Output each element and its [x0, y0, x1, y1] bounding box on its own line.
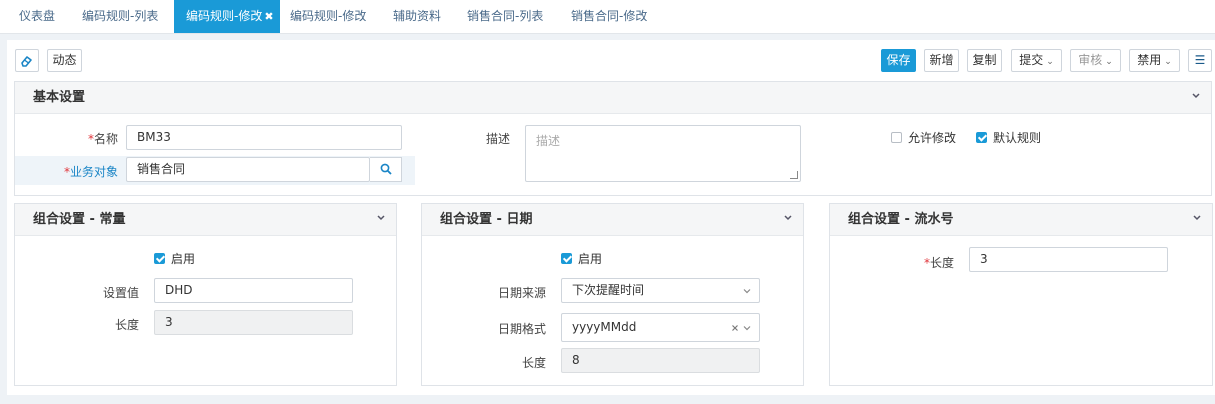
section-title: 组合设置 - 常量 [33, 212, 126, 227]
basic-settings-section: 基本设置 *名称 BM33 *业务对象 销售合同 描述 描述 允许修改 默认规则 [14, 81, 1212, 196]
chevron-down-icon [743, 279, 751, 305]
dynamic-button[interactable]: 动态 [47, 49, 82, 72]
serial-settings-section: 组合设置 - 流水号 *长度 3 [829, 203, 1213, 386]
resize-handle[interactable] [790, 171, 798, 179]
chevron-down-icon[interactable] [376, 204, 386, 236]
search-button[interactable] [370, 157, 402, 182]
default-rule-checkbox[interactable] [976, 132, 987, 143]
tab-code-rule-edit-active[interactable]: 编码规则-修改 ✖ [174, 0, 280, 33]
description-label: 描述 [485, 132, 510, 146]
section-title: 基本设置 [33, 90, 86, 105]
disable-label: 禁用 [1137, 53, 1162, 67]
date-format-value: yyyyMMdd [572, 320, 637, 334]
chevron-down-icon: ⌄ [1046, 57, 1054, 67]
constant-length-label: 长度 [114, 318, 139, 332]
tab-sales-contract-edit[interactable]: 销售合同-修改 [571, 0, 647, 33]
chevron-down-icon[interactable] [783, 204, 793, 236]
date-source-select[interactable]: 下次提醒时间 [561, 278, 760, 303]
tab-code-rule-edit[interactable]: 编码规则-修改 [290, 0, 366, 33]
date-format-select[interactable]: yyyyMMdd [561, 313, 760, 342]
constant-settings-section: 组合设置 - 常量 启用 设置值 DHD 长度 3 [14, 203, 397, 386]
tab-sales-contract-list[interactable]: 销售合同-列表 [467, 0, 543, 33]
main-panel: 动态 保存 新增 复制 提交 ⌄ 审核 ⌄ 禁用 ⌄ ☰ 基本设置 *名称 BM33 … [7, 40, 1215, 395]
add-button[interactable]: 新增 [924, 49, 959, 72]
date-enable-label[interactable]: 启用 [578, 250, 602, 267]
date-format-label: 日期格式 [497, 322, 546, 336]
tab-dashboard[interactable]: 仪表盘 [19, 0, 55, 33]
search-icon [380, 163, 392, 175]
clear-icon[interactable] [731, 314, 739, 342]
constant-enable-checkbox[interactable] [154, 253, 165, 264]
constant-value-label: 设置值 [102, 286, 139, 300]
review-label: 审核 [1078, 53, 1103, 67]
chevron-down-icon: ⌄ [1164, 57, 1172, 67]
allow-edit-checkbox[interactable] [891, 132, 902, 143]
section-header[interactable]: 组合设置 - 流水号 [830, 204, 1212, 236]
section-title: 组合设置 - 日期 [440, 212, 533, 227]
chevron-down-icon[interactable] [1192, 204, 1202, 236]
save-button[interactable]: 保存 [881, 49, 916, 72]
tab-label: 编码规则-修改 [186, 9, 263, 23]
review-dropdown-button[interactable]: 审核 ⌄ [1070, 49, 1121, 72]
date-enable-checkbox[interactable] [561, 253, 572, 264]
date-length-label: 长度 [521, 356, 546, 370]
disable-dropdown-button[interactable]: 禁用 ⌄ [1129, 49, 1180, 72]
section-header[interactable]: 基本设置 [15, 82, 1211, 114]
description-placeholder: 描述 [536, 134, 561, 148]
name-label: *名称 [87, 132, 118, 146]
date-length-field: 8 [561, 348, 760, 373]
submit-label: 提交 [1019, 53, 1044, 67]
eraser-button[interactable] [15, 49, 39, 72]
section-header[interactable]: 组合设置 - 日期 [422, 204, 803, 236]
menu-button[interactable]: ☰ [1188, 49, 1212, 72]
name-input[interactable]: BM33 [126, 125, 402, 150]
constant-value-input[interactable]: DHD [154, 278, 353, 303]
description-textarea[interactable]: 描述 [525, 125, 801, 182]
business-object-input[interactable]: 销售合同 [126, 157, 370, 182]
business-object-label[interactable]: *业务对象 [35, 163, 118, 180]
menu-icon: ☰ [1194, 53, 1206, 67]
chevron-down-icon [743, 314, 751, 344]
chevron-down-icon: ⌄ [1105, 57, 1113, 67]
eraser-icon [21, 56, 32, 67]
allow-edit-label[interactable]: 允许修改 [908, 129, 956, 146]
date-source-label: 日期来源 [497, 286, 546, 300]
section-title: 组合设置 - 流水号 [848, 212, 954, 227]
date-settings-section: 组合设置 - 日期 启用 日期来源 下次提醒时间 日期格式 yyyyMMdd 长… [421, 203, 804, 386]
default-rule-label[interactable]: 默认规则 [993, 129, 1041, 146]
constant-enable-label[interactable]: 启用 [171, 250, 195, 267]
section-header[interactable]: 组合设置 - 常量 [15, 204, 396, 236]
submit-dropdown-button[interactable]: 提交 ⌄ [1011, 49, 1062, 72]
constant-length-field: 3 [154, 310, 353, 335]
chevron-down-icon[interactable] [1191, 82, 1201, 114]
serial-length-input[interactable]: 3 [969, 247, 1168, 272]
copy-button[interactable]: 复制 [967, 49, 1002, 72]
date-source-value: 下次提醒时间 [572, 283, 645, 297]
tab-code-rule-list[interactable]: 编码规则-列表 [82, 0, 158, 33]
tab-bar: 仪表盘 编码规则-列表 编码规则-修改 ✖ 编码规则-修改 辅助资料 销售合同-列… [0, 0, 1215, 34]
close-icon[interactable]: ✖ [264, 0, 273, 33]
serial-length-label: *长度 [923, 256, 954, 270]
tab-aux-data[interactable]: 辅助资料 [393, 0, 441, 33]
